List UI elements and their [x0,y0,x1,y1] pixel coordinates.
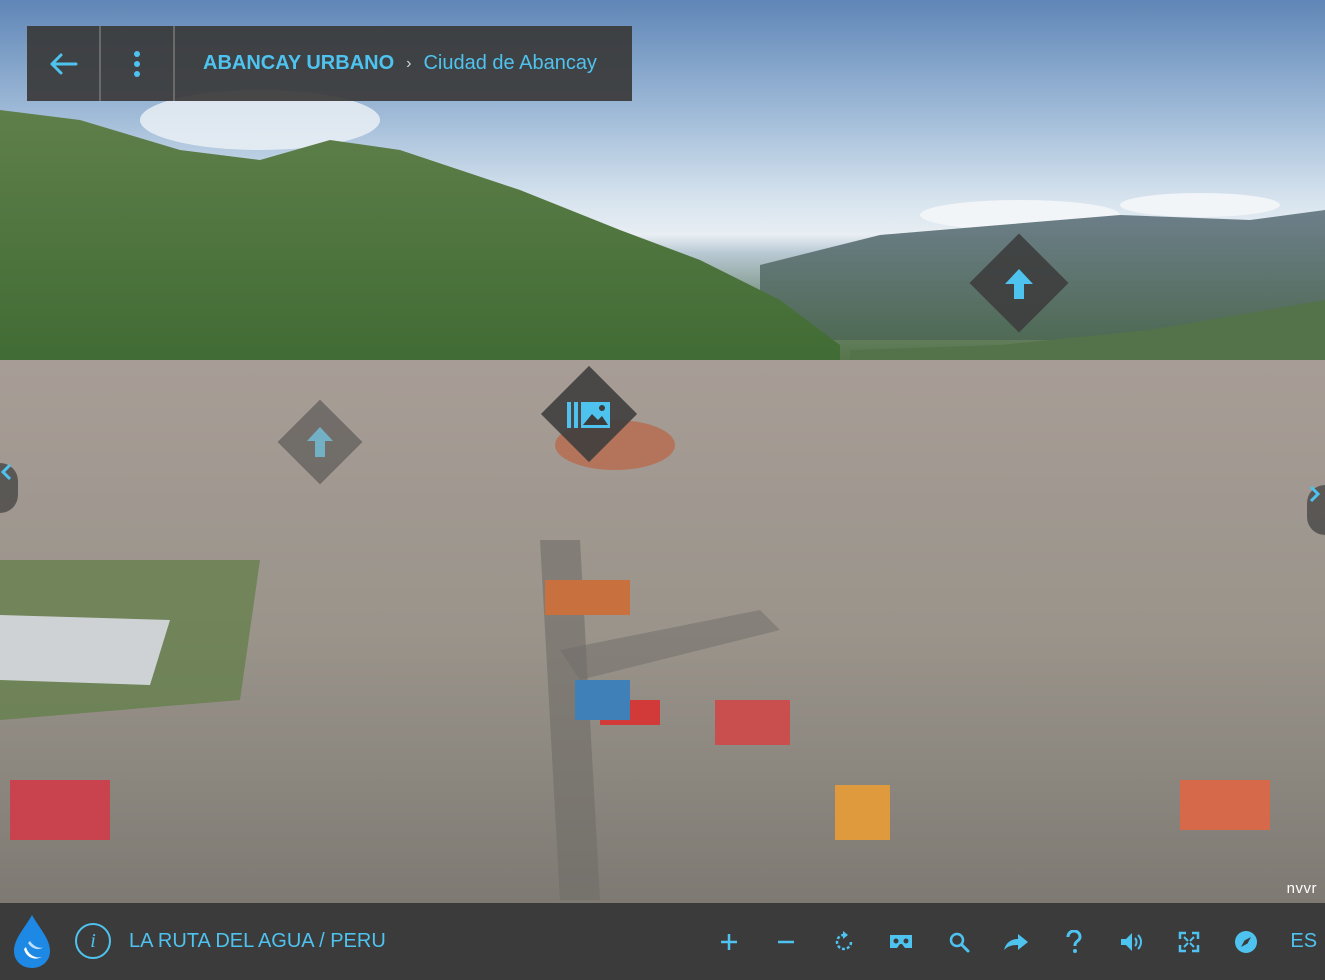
scene-title: Ciudad de Abancay [423,52,597,74]
arrow-up-icon [1005,269,1033,299]
menu-button[interactable] [101,26,175,101]
breadcrumb-separator: › [406,54,412,72]
panorama-view[interactable]: nvvr [0,0,1325,903]
brand-title: LA RUTA DEL AGUA / PERU [129,930,386,952]
footer-bar: i LA RUTA DEL AGUA / PERU ES [0,903,1325,980]
autorotate-button[interactable] [815,922,873,962]
chevron-right-icon [1309,485,1321,503]
hotspot-gallery[interactable] [540,365,638,463]
kebab-menu-icon [134,50,140,77]
zoom-in-button[interactable] [700,922,758,962]
help-button[interactable] [1045,922,1103,962]
question-icon [1066,929,1082,953]
search-button[interactable] [930,922,988,962]
search-icon [949,932,970,952]
sound-button[interactable] [1103,922,1161,962]
panorama-scene [0,90,1325,903]
nav-right-button[interactable] [1307,485,1325,535]
water-drop-logo-icon [14,915,50,968]
project-title[interactable]: ABANCAY URBANO [203,52,394,75]
arrow-left-icon [50,53,78,74]
arrow-up-icon [307,427,333,457]
fullscreen-button[interactable] [1160,922,1218,962]
language-selector[interactable]: ES [1275,922,1325,962]
compass-button[interactable] [1218,922,1276,962]
water-drop-logo[interactable] [12,913,52,974]
minus-icon [778,940,795,943]
share-arrow-icon [1004,933,1029,950]
header-bar: ABANCAY URBANO › Ciudad de Abancay [27,26,632,101]
info-button[interactable]: i [75,923,111,959]
rotate-icon [835,930,852,950]
gallery-icon [567,402,610,428]
chevron-left-icon [0,463,12,481]
fullscreen-icon [1178,931,1199,952]
zoom-out-button[interactable] [758,922,816,962]
vr-headset-icon [890,934,913,948]
breadcrumb: ABANCAY URBANO › Ciudad de Abancay [175,26,597,101]
toolbar: ES [700,903,1325,980]
speaker-icon [1121,932,1143,951]
hotspot-up-arrow-right[interactable] [969,233,1069,333]
hotspot-up-arrow-left[interactable] [275,397,365,487]
back-button[interactable] [27,26,101,101]
plus-icon [720,933,737,950]
vr-button[interactable] [873,922,931,962]
watermark: nvvr [1286,880,1317,897]
share-button[interactable] [988,922,1046,962]
compass-icon [1235,930,1258,953]
